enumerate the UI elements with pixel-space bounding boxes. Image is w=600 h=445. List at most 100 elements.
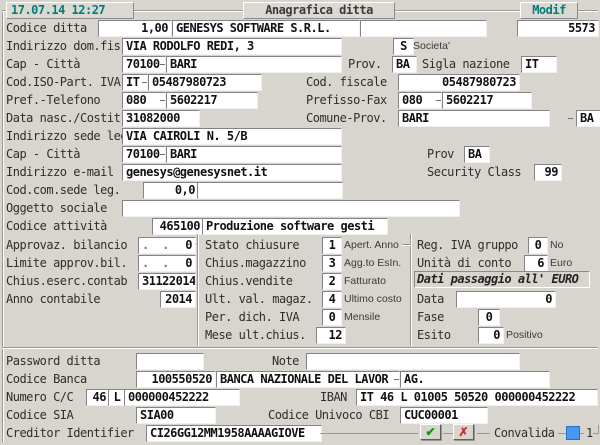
field-unita-di-conto[interactable]: 6	[524, 255, 548, 272]
label-convalida: Convalida	[494, 426, 555, 441]
field-indirizzo-domfis[interactable]: VIA RODOLFO REDI, 3	[122, 38, 342, 55]
field-comune[interactable]: BARI	[398, 110, 550, 127]
label-reg-iva-gruppo: Reg. IVA gruppo	[417, 238, 518, 253]
field-codice-univoco-cbi[interactable]: CUC00001	[400, 407, 488, 424]
field-cc-numero[interactable]: 000000452222	[124, 389, 240, 406]
label-apert-anno: Apert. Anno	[344, 238, 399, 252]
field-connector	[568, 118, 573, 119]
field-partita-iva[interactable]: 05487980723	[148, 74, 262, 91]
field-attivita-desc[interactable]: Produzione software gesti	[202, 218, 388, 235]
label-creditor-identifier: Creditor Identifier	[6, 426, 134, 441]
field-data-nascita[interactable]: 31082000	[122, 110, 200, 127]
field-creditor-identifier[interactable]: CI26GG12MM1958AAAAGIOVE	[146, 425, 322, 442]
field-ult-val-magaz[interactable]: 4	[322, 291, 342, 308]
field-codice-interno[interactable]: 5573	[517, 20, 599, 37]
field-chius-magazzino[interactable]: 3	[322, 255, 342, 272]
label-codice-attivita: Codice attività	[6, 219, 107, 234]
label-unita-di-conto: Unità di conto	[417, 256, 511, 271]
field-limite-approv[interactable]: . . 0	[138, 255, 196, 272]
label-prefisso-fax: Prefisso-Fax	[306, 93, 387, 108]
date-dots: . .	[142, 238, 169, 253]
field-comune-prov[interactable]: BA	[576, 110, 600, 127]
confirm-check-icon[interactable]: ✔	[420, 424, 441, 440]
field-mese-ult-chius[interactable]: 12	[316, 327, 346, 344]
label-password-ditta: Password ditta	[6, 354, 100, 369]
cancel-x-icon[interactable]: ✗	[453, 424, 474, 440]
field-per-dich-iva[interactable]: 0	[322, 309, 342, 326]
field-citta-1[interactable]: BARI	[166, 56, 342, 73]
approvaz-value: 0	[185, 238, 192, 253]
label-chius-eserc: Chius.eserc.contab	[6, 274, 127, 289]
field-citta-2[interactable]: BARI	[166, 146, 342, 163]
label-fase: Fase	[417, 310, 444, 325]
field-oggetto-sociale[interactable]	[122, 200, 460, 217]
label-sigla-nazione: Sigla nazione	[422, 57, 509, 72]
label-cap-citta-1: Cap - Città	[6, 57, 80, 72]
field-sigla-nazione[interactable]: IT	[521, 56, 557, 73]
field-prov-1[interactable]: BA	[392, 56, 417, 73]
label-data-euro: Data	[417, 292, 444, 307]
field-connector	[160, 154, 165, 155]
field-banca-agenzia[interactable]: AG.	[400, 371, 550, 388]
field-stato-chiusure[interactable]: 1	[322, 237, 342, 254]
column-divider-2	[410, 234, 411, 346]
field-banca-nome[interactable]: BANCA NAZIONALE DEL LAVOR	[216, 371, 400, 388]
label-approvaz-bilancio: Approvaz. bilancio	[6, 238, 127, 253]
field-connector	[160, 64, 165, 65]
limite-value: 0	[185, 256, 192, 271]
label-per-dich-iva: Per. dich. IVA	[205, 310, 299, 325]
footer-line	[443, 433, 453, 434]
field-cod-fiscale[interactable]: 05487980723	[398, 74, 520, 91]
label-oggetto-sociale: Oggetto sociale	[6, 201, 107, 216]
field-esito[interactable]: 0	[478, 327, 504, 344]
field-codice-attivita[interactable]: 465100	[152, 218, 204, 235]
label-anno-contabile: Anno contabile	[6, 292, 100, 307]
field-telefono[interactable]: 5602217	[166, 92, 258, 109]
field-connector	[436, 100, 441, 101]
field-tipo-societa[interactable]: S	[393, 38, 414, 55]
label-prov-1: Prov.	[348, 57, 382, 72]
label-codice-univoco-cbi: Codice Univoco CBI	[268, 408, 389, 423]
field-codice-banca[interactable]: 100550520	[136, 371, 216, 388]
field-chius-vendite[interactable]: 2	[322, 273, 342, 290]
field-data-euro[interactable]: 0	[456, 291, 556, 308]
field-cod-com[interactable]: 0,0	[143, 182, 199, 199]
field-codice-sia[interactable]: SIA00	[136, 407, 216, 424]
label-cod-fiscale: Cod. fiscale	[306, 75, 387, 90]
section-divider	[2, 347, 598, 348]
field-prov-2[interactable]: BA	[464, 146, 490, 163]
left-frame-line	[2, 12, 3, 442]
field-approvaz-bilancio[interactable]: . . 0	[138, 237, 196, 254]
column-divider-1	[197, 234, 198, 346]
field-codice-ditta[interactable]: 1,00	[98, 20, 172, 37]
label-ultimo-costo: Ultimo costo	[344, 292, 402, 306]
field-note[interactable]	[306, 353, 520, 370]
field-anno-contabile[interactable]: 2014	[160, 291, 196, 308]
label-security-class: Security Class	[427, 165, 521, 180]
label-mensile: Mensile	[344, 310, 380, 324]
euro-groupbox-title: Dati passaggio all' EURO	[414, 271, 590, 288]
footer-line	[580, 433, 584, 434]
field-security-class[interactable]: 99	[534, 164, 562, 181]
field-cod-com-desc[interactable]	[197, 182, 343, 199]
label-esito: Esito	[417, 328, 451, 343]
label-data-nascita: Data nasc./Costit.	[6, 111, 127, 126]
label-limite-approv: Limite approv.bil.	[6, 256, 127, 271]
label-aggto-esin: Agg.to EsIn.	[344, 256, 401, 270]
label-sede-legale: Indirizzo sede leg.	[6, 129, 134, 144]
field-iban[interactable]: IT 46 L 01005 50520 000000452222	[356, 389, 598, 406]
label-codice-ditta: Codice ditta	[6, 21, 87, 36]
field-chius-eserc[interactable]: 31122014	[138, 273, 196, 290]
field-fase[interactable]: 0	[478, 309, 500, 326]
field-ragione-sociale[interactable]: GENESYS SOFTWARE S.R.L.	[172, 20, 360, 37]
field-sede-legale[interactable]: VIA CAIROLI N. 5/B	[122, 128, 342, 145]
field-cc-cin1[interactable]: 46	[86, 389, 110, 406]
label-cod-com: Cod.com.sede leg.	[6, 183, 120, 198]
field-email[interactable]: genesys@genesysnet.it	[122, 164, 342, 181]
group-tick-2	[402, 244, 411, 245]
label-ult-val-magaz: Ult. val. magaz.	[205, 292, 313, 307]
field-ragione-sociale-2[interactable]	[360, 20, 487, 37]
field-fax[interactable]: 5602217	[442, 92, 532, 109]
field-password-ditta[interactable]	[136, 353, 204, 370]
field-reg-iva-gruppo[interactable]: 0	[528, 237, 548, 254]
